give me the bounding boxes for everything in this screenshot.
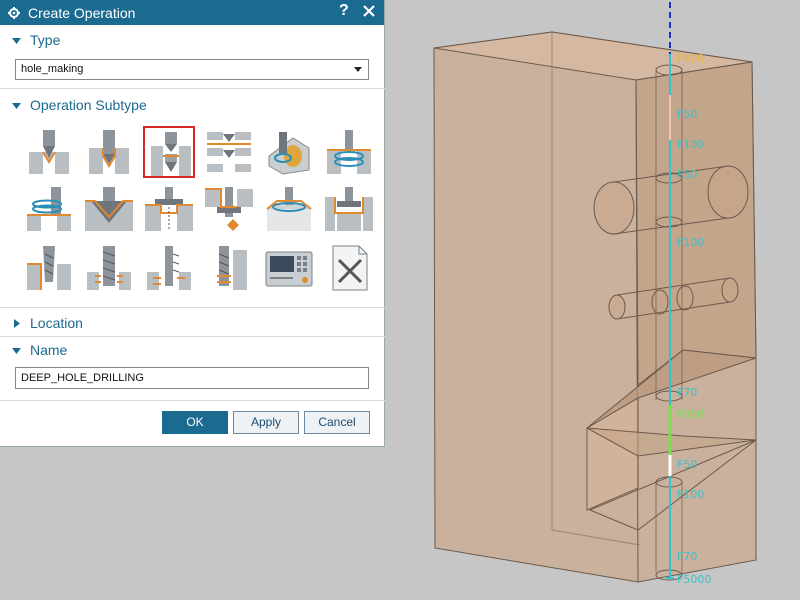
back-counterbore-icon[interactable] (203, 183, 255, 235)
thread-milling-icon-glyph (327, 130, 371, 174)
feed-label: F50 (677, 108, 697, 121)
thread-milling-icon[interactable] (323, 126, 375, 178)
groove-milling-icon-glyph (266, 187, 312, 231)
back-thread-icon-glyph (147, 246, 191, 290)
drilling-icon-glyph (89, 130, 129, 174)
feed-label: F100 (677, 236, 704, 249)
feed-label: F50 (677, 168, 697, 181)
ok-button[interactable]: OK (162, 411, 228, 434)
subtype-icon-grid (23, 126, 373, 296)
feed-label: F70 (677, 386, 697, 399)
machine-control-icon[interactable] (263, 242, 315, 294)
collapse-triangle-icon (12, 37, 21, 44)
chevron-down-icon (354, 67, 362, 72)
cancel-button[interactable]: Cancel (304, 411, 370, 434)
back-thread-icon[interactable] (143, 242, 195, 294)
tapping-icon[interactable] (23, 242, 75, 294)
subtype-header[interactable]: Operation Subtype (6, 93, 379, 117)
type-section: Type hole_making (6, 28, 379, 86)
dialog-title: Create Operation (28, 4, 136, 21)
collapse-triangle-icon (12, 347, 21, 354)
type-value: hole_making (21, 63, 84, 75)
type-label: Type (30, 32, 61, 48)
deep-hole-drilling-icon-glyph (151, 132, 191, 176)
location-header[interactable]: Location (6, 311, 379, 335)
location-label: Location (30, 315, 83, 331)
feed-label: F400 (677, 52, 704, 65)
divider (0, 336, 385, 337)
countersink-icon[interactable] (263, 126, 315, 178)
machine-control-icon-glyph (265, 251, 313, 287)
countersink-icon-glyph (268, 132, 310, 175)
chamfer-icon-glyph (85, 187, 133, 231)
feed-label: F800 (677, 408, 704, 421)
subtype-label: Operation Subtype (30, 97, 147, 113)
type-header[interactable]: Type (6, 28, 379, 52)
expand-triangle-icon (14, 318, 20, 328)
spot-drill-icon[interactable] (23, 126, 75, 178)
thread-icon[interactable] (83, 242, 135, 294)
divider (0, 307, 385, 308)
tap-icon-glyph (217, 246, 247, 290)
feed-label: F100 (677, 488, 704, 501)
divider (0, 400, 385, 401)
close-icon[interactable] (361, 3, 377, 19)
name-label: Name (30, 342, 68, 358)
tapping-icon-glyph (27, 246, 71, 290)
gear-icon (8, 6, 20, 19)
hole-milling-icon[interactable] (23, 183, 75, 235)
feed-label: F5000 (677, 573, 711, 586)
feed-label: F50 (677, 458, 697, 471)
help-button[interactable]: ? (339, 2, 349, 20)
custom-operation-icon[interactable] (323, 242, 375, 294)
deep-hole-drilling-icon[interactable] (143, 126, 195, 178)
name-section: Name DEEP_HOLE_DRILLING (6, 338, 379, 396)
type-dropdown[interactable]: hole_making (15, 59, 369, 80)
collapse-triangle-icon (12, 102, 21, 109)
spot-drill-icon-glyph (29, 130, 69, 174)
boss-milling-icon-glyph (325, 187, 373, 231)
name-header[interactable]: Name (6, 338, 379, 362)
counterbore-icon-glyph (145, 187, 193, 231)
boss-milling-icon[interactable] (323, 183, 375, 235)
dialog-titlebar[interactable]: Create Operation ? (0, 0, 384, 25)
apply-button[interactable]: Apply (233, 411, 299, 434)
feed-label: F100 (677, 138, 704, 151)
tap-icon[interactable] (203, 242, 255, 294)
back-counterbore-icon-glyph (205, 187, 253, 231)
name-field[interactable]: DEEP_HOLE_DRILLING (15, 367, 369, 389)
multi-level-drilling-icon-glyph (207, 132, 251, 172)
divider (0, 88, 385, 89)
drilling-icon[interactable] (83, 126, 135, 178)
groove-milling-icon[interactable] (263, 183, 315, 235)
custom-operation-icon-glyph (332, 245, 368, 291)
thread-icon-glyph (87, 246, 131, 290)
hole-milling-icon-glyph (27, 187, 71, 231)
location-section: Location (6, 311, 379, 335)
multi-level-drilling-icon[interactable] (203, 126, 255, 178)
create-operation-dialog: Create Operation ? Type hole_making Oper… (0, 0, 385, 447)
subtype-section: Operation Subtype (6, 93, 379, 305)
name-value: DEEP_HOLE_DRILLING (21, 372, 144, 384)
counterbore-icon[interactable] (143, 183, 195, 235)
chamfer-icon[interactable] (83, 183, 135, 235)
feed-label: F70 (677, 550, 697, 563)
